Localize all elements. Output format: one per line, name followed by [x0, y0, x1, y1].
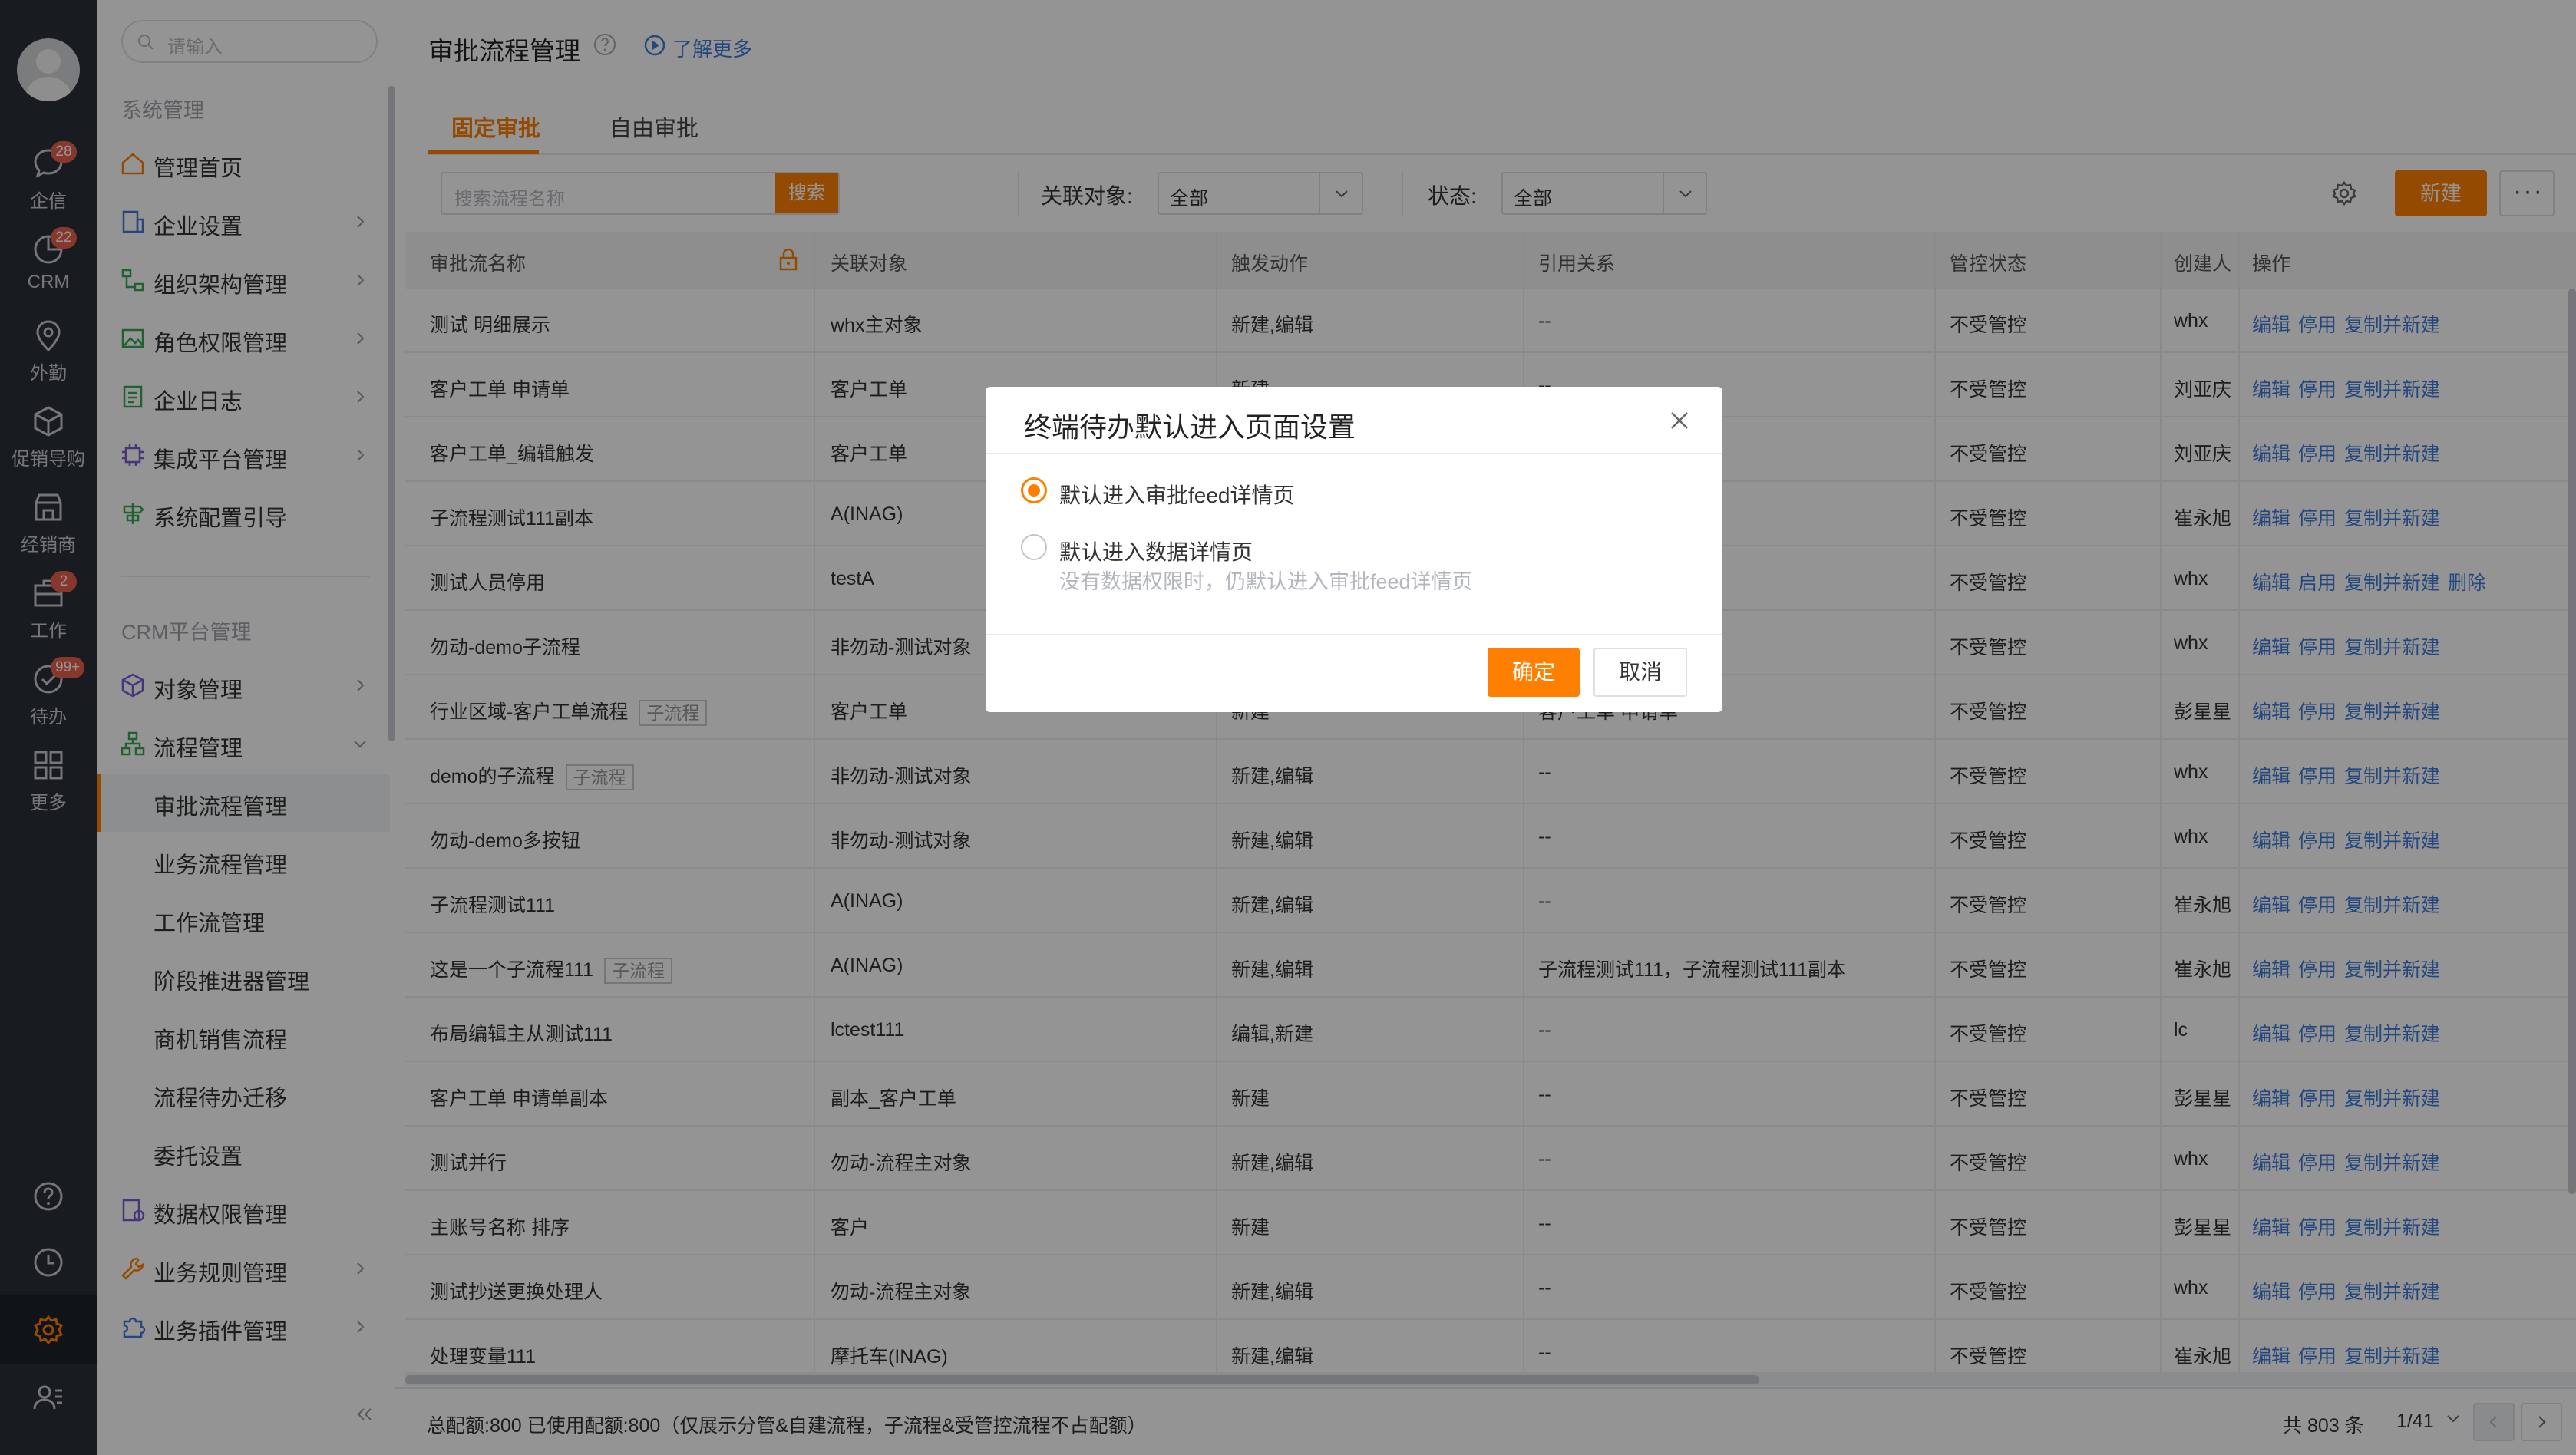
radio-button[interactable]: [1021, 534, 1047, 560]
close-icon[interactable]: [1666, 407, 1693, 434]
option-label: 默认进入数据详情页: [1059, 540, 1253, 564]
cancel-button[interactable]: 取消: [1593, 648, 1687, 697]
dialog-title: 终端待办默认进入页面设置: [1024, 411, 1356, 443]
radio-button-checked[interactable]: [1021, 477, 1047, 503]
modal-backdrop[interactable]: [0, 0, 2576, 1455]
dialog-footer-divider: [986, 634, 1722, 635]
dialog-header-divider: [986, 453, 1722, 454]
option-hint: 没有数据权限时，仍默认进入审批feed详情页: [1059, 570, 1473, 593]
confirm-button[interactable]: 确定: [1488, 648, 1580, 697]
default-page-settings-dialog: 终端待办默认进入页面设置 默认进入审批feed详情页 默认进入数据详情页 没有数…: [986, 387, 1722, 712]
option-label: 默认进入审批feed详情页: [1059, 483, 1295, 507]
